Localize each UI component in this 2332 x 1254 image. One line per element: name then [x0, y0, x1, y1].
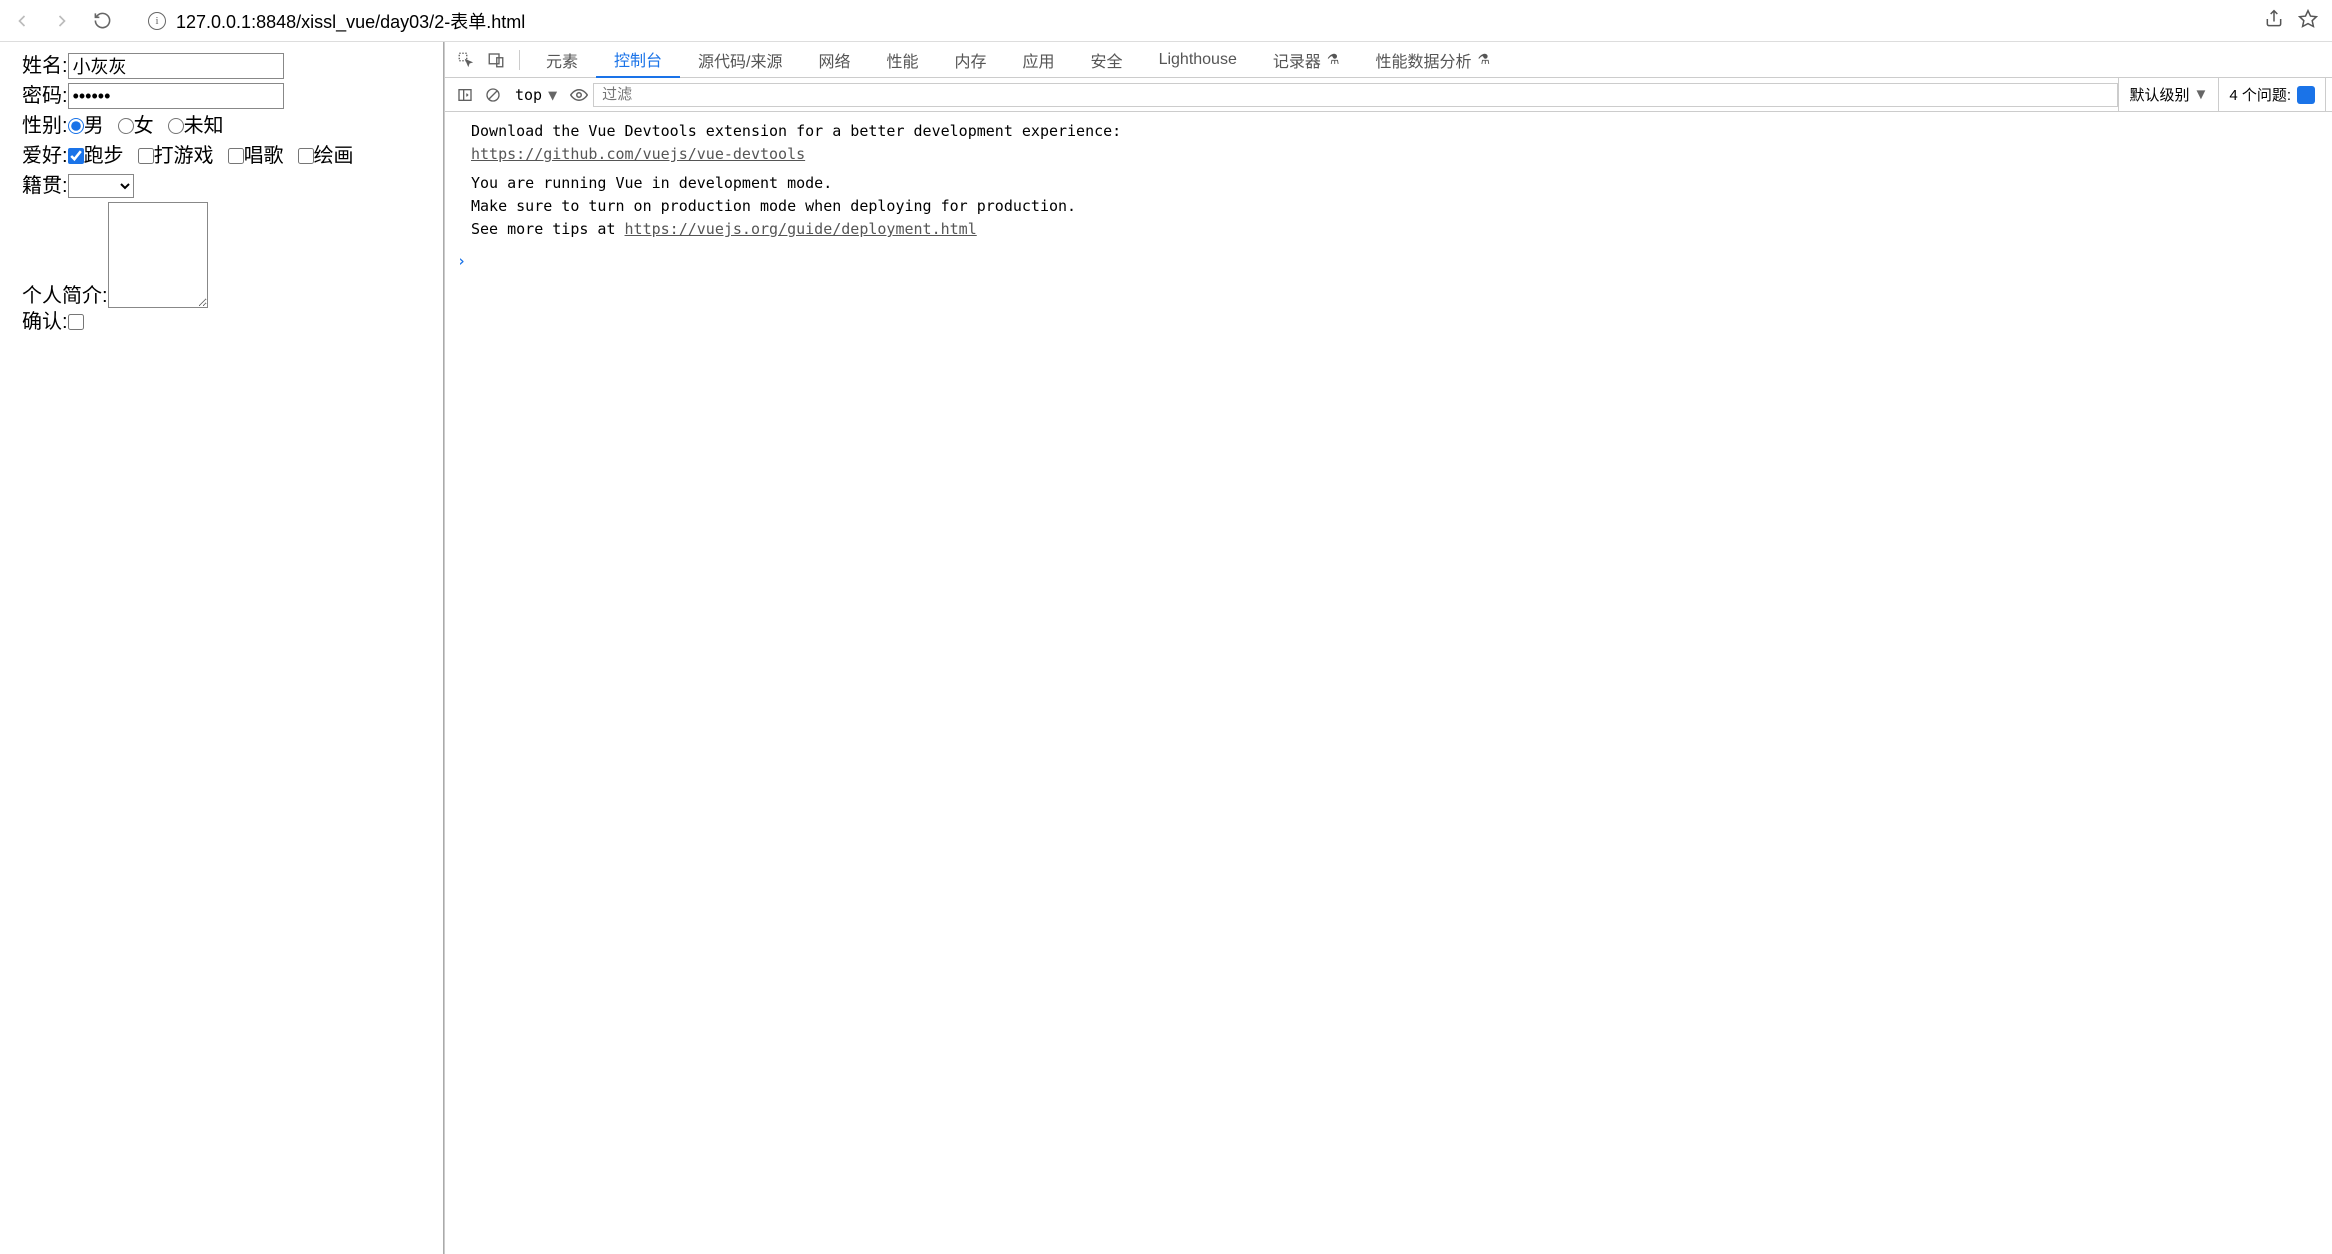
log-text: See more tips at	[471, 220, 625, 238]
chevron-down-icon: ▼	[2193, 86, 2208, 103]
browser-toolbar: i 127.0.0.1:8848/xissl_vue/day03/2-表单.ht…	[0, 0, 2332, 42]
page-content: 姓名: 密码: 性别: 男 女 未知 爱好: 跑步 打游戏 唱歌 绘画 籍贯: …	[0, 42, 444, 1254]
hobby-run-label: 跑步	[84, 142, 124, 170]
console-prompt[interactable]: ›	[445, 247, 2332, 272]
log-text: You are running Vue in development mode.	[445, 172, 2332, 195]
devtools-tabstrip: 元素 控制台 源代码/来源 网络 性能 内存 应用 安全 Lighthouse …	[445, 42, 2332, 78]
name-label: 姓名:	[22, 52, 68, 80]
tab-network[interactable]: 网络	[800, 42, 868, 78]
password-input[interactable]	[68, 83, 284, 109]
hobby-sing-checkbox[interactable]	[228, 148, 244, 164]
gender-female-radio[interactable]	[118, 118, 134, 134]
url-bar[interactable]: i 127.0.0.1:8848/xissl_vue/day03/2-表单.ht…	[148, 7, 2264, 35]
hometown-label: 籍贯:	[22, 172, 68, 200]
device-toolbar-icon[interactable]	[481, 45, 511, 75]
hobby-sing-label: 唱歌	[244, 142, 284, 170]
tab-performance[interactable]: 性能	[869, 42, 937, 78]
tab-security[interactable]: 安全	[1073, 42, 1141, 78]
gender-unknown-radio[interactable]	[168, 118, 184, 134]
tab-elements[interactable]: 元素	[528, 42, 596, 78]
console-toolbar: top ▼ 默认级别 ▼ 4 个问题:	[445, 78, 2332, 112]
gender-unknown-label: 未知	[184, 112, 224, 140]
name-input[interactable]	[68, 53, 284, 79]
bio-textarea[interactable]	[108, 202, 208, 308]
hobby-game-label: 打游戏	[154, 142, 214, 170]
hobby-run-checkbox[interactable]	[68, 148, 84, 164]
gender-female-label: 女	[134, 112, 154, 140]
site-info-icon[interactable]: i	[148, 12, 166, 30]
toggle-sidebar-icon[interactable]	[451, 81, 479, 109]
bio-label: 个人简介:	[22, 285, 108, 307]
gender-male-label: 男	[84, 112, 104, 140]
back-button[interactable]	[8, 7, 36, 35]
hobby-game-checkbox[interactable]	[138, 148, 154, 164]
confirm-checkbox[interactable]	[68, 314, 84, 330]
tab-application[interactable]: 应用	[1005, 42, 1073, 78]
inspect-element-icon[interactable]	[451, 45, 481, 75]
live-expression-icon[interactable]	[565, 81, 593, 109]
log-link[interactable]: https://vuejs.org/guide/deployment.html	[625, 220, 977, 238]
console-filter-input[interactable]	[593, 83, 2118, 107]
log-text: Download the Vue Devtools extension for …	[445, 120, 2332, 143]
hobby-paint-label: 绘画	[314, 142, 354, 170]
gender-male-radio[interactable]	[68, 118, 84, 134]
toolbar-right	[2264, 9, 2324, 32]
hobby-label: 爱好:	[22, 142, 68, 170]
clear-console-icon[interactable]	[479, 81, 507, 109]
flask-icon: ⚗	[1327, 51, 1340, 68]
tab-recorder[interactable]: 记录器⚗	[1255, 42, 1358, 78]
tab-sources[interactable]: 源代码/来源	[680, 42, 800, 78]
hobby-paint-checkbox[interactable]	[298, 148, 314, 164]
chevron-down-icon: ▼	[548, 86, 557, 104]
issues-button[interactable]: 4 个问题:	[2219, 78, 2326, 112]
tab-performance-insights[interactable]: 性能数据分析⚗	[1357, 42, 1508, 78]
log-level-dropdown[interactable]: 默认级别 ▼	[2118, 78, 2219, 112]
confirm-label: 确认:	[22, 308, 68, 336]
gender-label: 性别:	[22, 112, 68, 140]
tab-console[interactable]: 控制台	[596, 42, 680, 78]
hometown-select[interactable]	[68, 174, 134, 198]
star-icon[interactable]	[2298, 9, 2318, 32]
tab-memory[interactable]: 内存	[937, 42, 1005, 78]
console-log: You are running Vue in development mode.…	[445, 172, 2332, 241]
devtools-panel: 元素 控制台 源代码/来源 网络 性能 内存 应用 安全 Lighthouse …	[444, 42, 2332, 1254]
log-link[interactable]: https://github.com/vuejs/vue-devtools	[471, 145, 805, 163]
flask-icon: ⚗	[1477, 51, 1490, 68]
share-icon[interactable]	[2264, 9, 2284, 32]
context-selector[interactable]: top ▼	[507, 86, 565, 104]
separator	[519, 50, 520, 70]
password-label: 密码:	[22, 82, 68, 110]
tab-lighthouse[interactable]: Lighthouse	[1141, 42, 1255, 78]
log-text: Make sure to turn on production mode whe…	[445, 195, 2332, 218]
reload-button[interactable]	[88, 7, 116, 35]
url-text: 127.0.0.1:8848/xissl_vue/day03/2-表单.html	[176, 8, 525, 34]
console-log: Download the Vue Devtools extension for …	[445, 120, 2332, 166]
forward-button[interactable]	[48, 7, 76, 35]
issue-badge-icon	[2297, 86, 2315, 104]
console-output: Download the Vue Devtools extension for …	[445, 112, 2332, 1254]
